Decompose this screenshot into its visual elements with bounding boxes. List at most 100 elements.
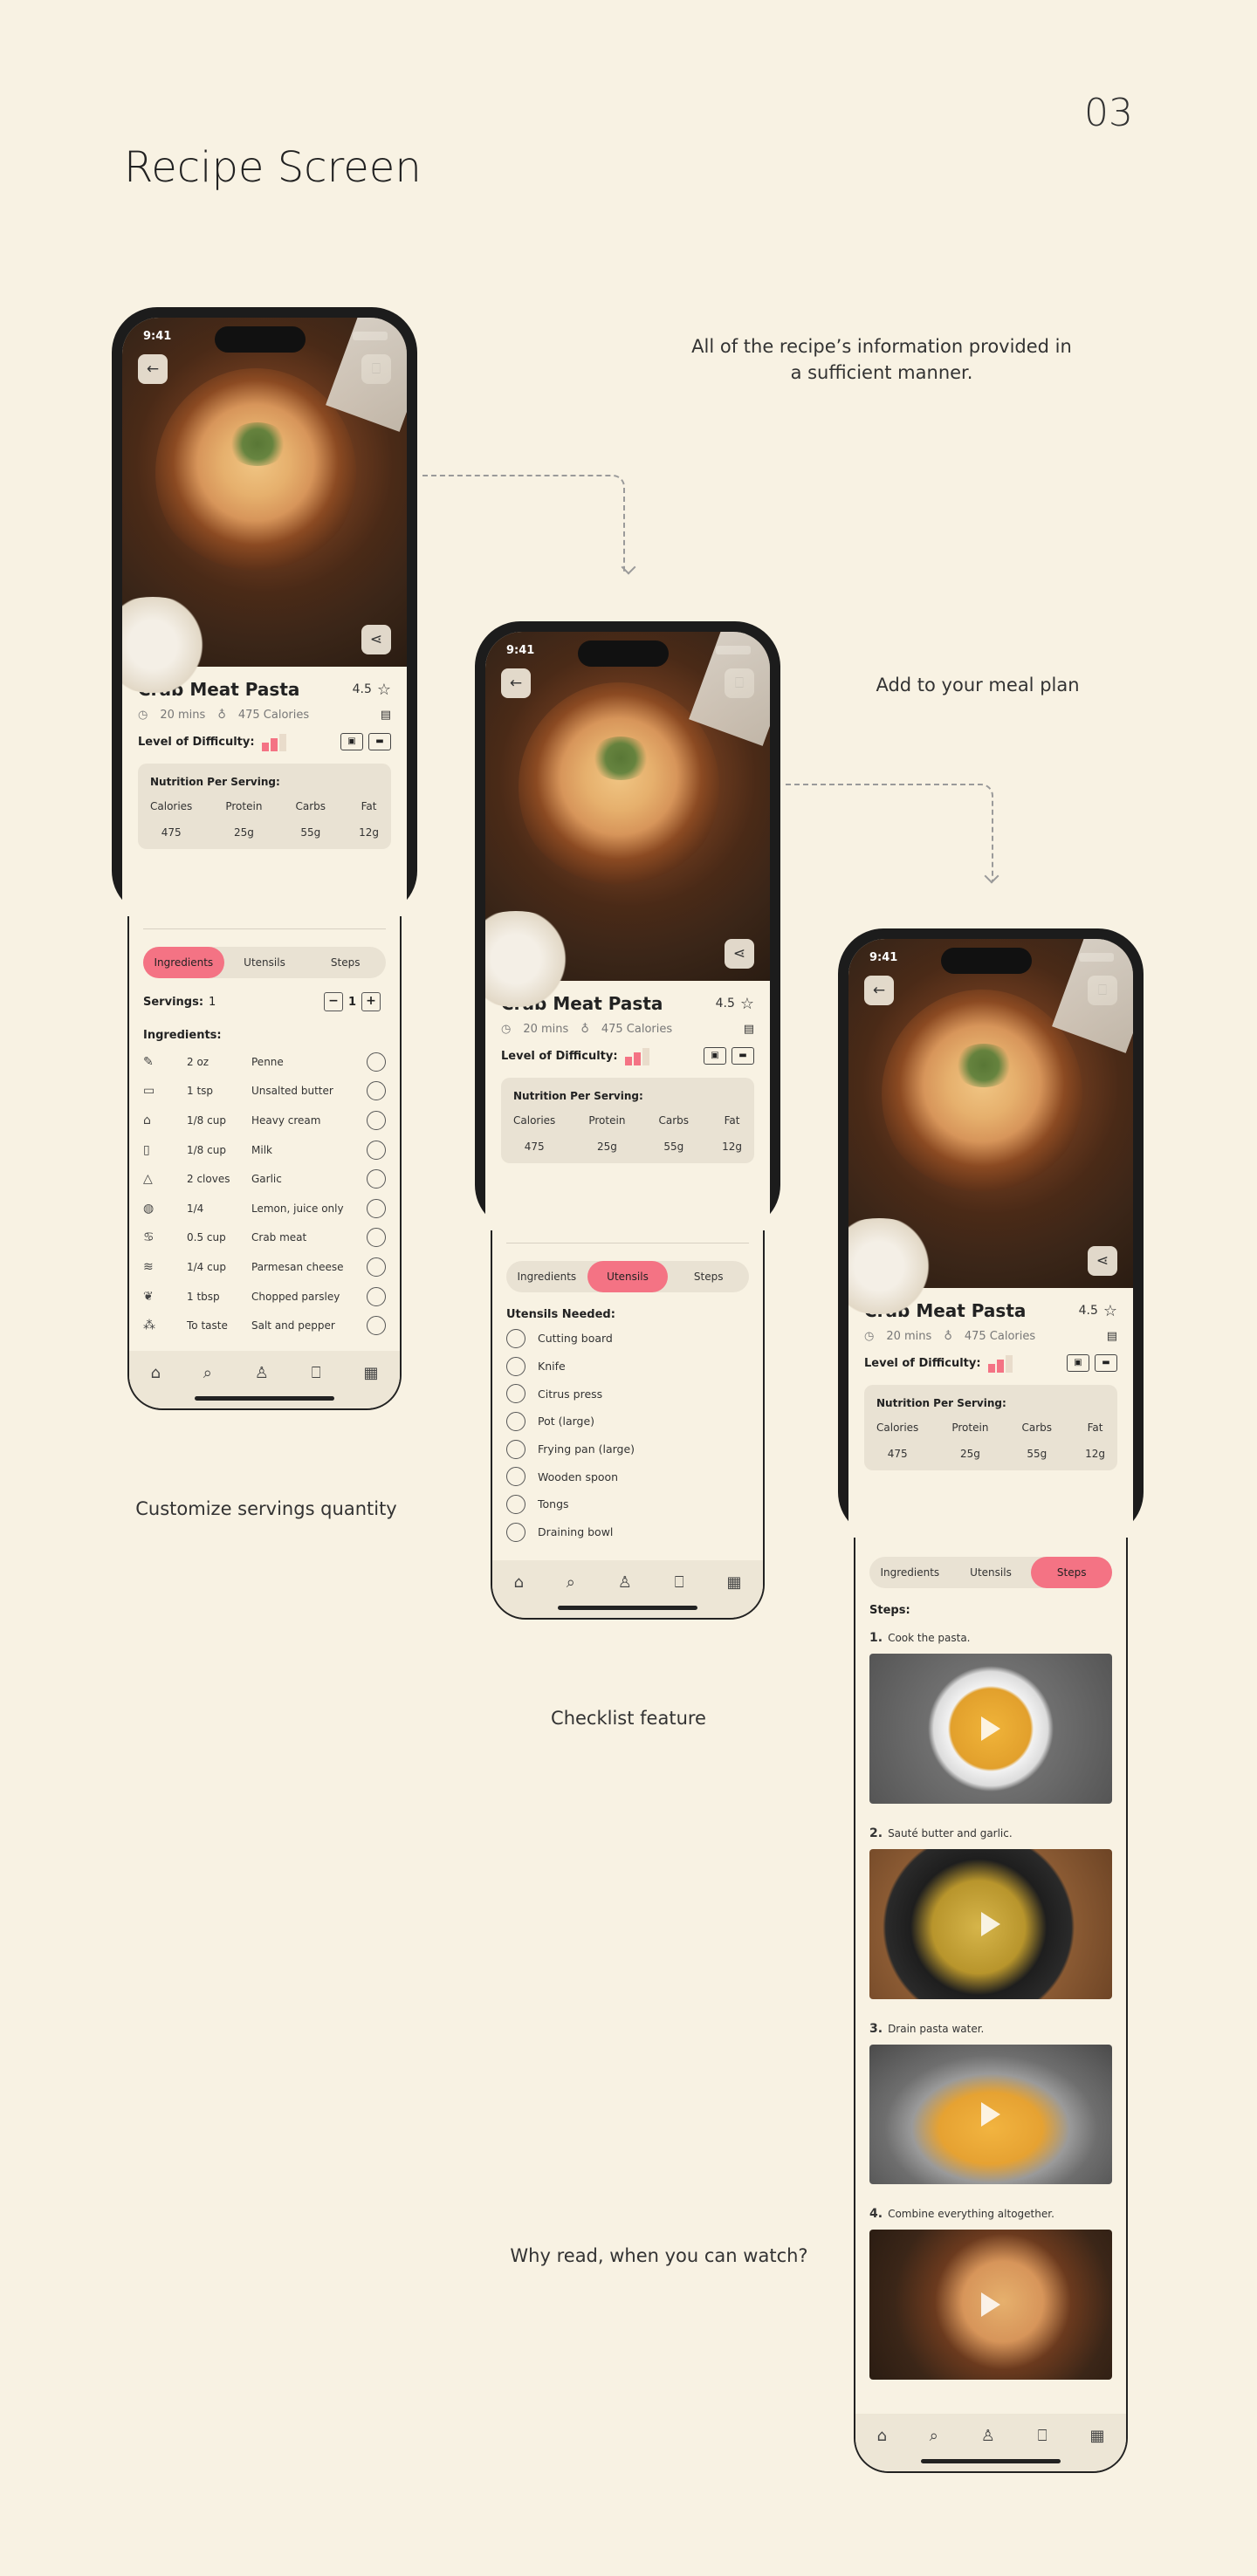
home-icon[interactable]: ⌂ [150,1364,160,1382]
salt-pepper-icon: ⁂ [143,1319,155,1333]
nutrition-card: Nutrition Per Serving: Calories 475 Prote… [864,1385,1117,1470]
home-icon[interactable]: ⌂ [513,1573,523,1592]
add-to-meal-plan-icon[interactable]: ▤ [744,1023,754,1036]
ingredient-quantity: 1 tbsp [187,1290,220,1303]
page-number: 03 [1084,91,1133,135]
pasta-bowl-image [519,682,719,892]
share-button[interactable]: ⋖ [361,625,391,654]
pasta-bowl-image [882,990,1082,1199]
tab-utensils[interactable]: Utensils [951,1557,1032,1588]
bottom-tab-bar: ⌂ ⌕ ♙ ⎕ ▦ [492,1560,763,1604]
back-button[interactable]: ← [501,668,531,698]
pasta-bowl-image [155,368,356,578]
step-1-video[interactable] [869,1654,1112,1804]
increase-servings-button[interactable]: + [361,992,381,1011]
step-3-video[interactable] [869,2045,1112,2184]
ingredient-row: ◍ 1/4 Lemon, juice only [143,1194,386,1223]
servings-stepper: − 1 + [319,992,386,1011]
utensil-checkbox[interactable] [506,1328,525,1348]
clock-icon: ◷ [501,1023,512,1036]
home-icon[interactable]: ⌂ [876,2427,886,2445]
bookmark-icon[interactable]: ⎕ [312,1364,321,1382]
tab-ingredients[interactable]: Ingredients [506,1261,587,1292]
bookmark-button[interactable]: ⎕ [725,668,754,698]
step-2-video[interactable] [869,1849,1112,1999]
ingredient-row: ❦ 1 tbsp Chopped parsley [143,1282,386,1312]
connector-line-2 [786,784,993,881]
difficulty-label: Level of Difficulty: [138,735,255,749]
calendar-icon[interactable]: ▦ [726,1573,741,1592]
add-to-meal-plan-icon[interactable]: ▤ [381,709,391,722]
share-icon: ⋖ [1096,1252,1109,1270]
home-indicator [921,2459,1061,2463]
tab-utensils[interactable]: Utensils [224,947,306,978]
ingredient-name: Salt and pepper [251,1319,335,1333]
back-button[interactable]: ← [864,976,894,1005]
utensil-name: Knife [538,1360,566,1374]
profile-icon[interactable]: ♙ [618,1573,632,1592]
crab-icon: ♋ [143,1230,155,1245]
search-icon[interactable]: ⌕ [567,1573,575,1592]
servings-label: Servings: [143,995,204,1009]
step-4-video[interactable] [869,2230,1112,2380]
ingredient-row: ⌂ 1/8 cup Heavy cream [143,1106,386,1135]
ingredient-checkbox[interactable] [367,1081,386,1101]
ingredient-checkbox[interactable] [367,1169,386,1189]
difficulty-bar [624,1057,632,1065]
profile-icon[interactable]: ♙ [981,2427,995,2445]
ingredient-quantity: 1/8 cup [187,1143,226,1156]
utensil-checkbox[interactable] [506,1411,525,1431]
utensil-checkbox[interactable] [506,1384,525,1404]
status-time: 9:41 [869,951,898,964]
ingredient-checkbox[interactable] [367,1316,386,1336]
ingredient-checkbox[interactable] [367,1140,386,1160]
search-icon[interactable]: ⌕ [930,2427,938,2445]
utensil-checkbox[interactable] [506,1467,525,1487]
ingredient-quantity: 1/4 cup [187,1260,226,1273]
ingredient-checkbox[interactable] [367,1286,386,1306]
utensil-checkbox[interactable] [506,1522,525,1542]
bookmark-icon[interactable]: ⎕ [675,1573,684,1592]
profile-icon[interactable]: ♙ [255,1364,269,1382]
tab-ingredients[interactable]: Ingredients [869,1557,951,1588]
tab-ingredients[interactable]: Ingredients [143,947,224,978]
tab-steps[interactable]: Steps [668,1261,749,1292]
calendar-icon[interactable]: ▦ [1089,2427,1104,2445]
bookmark-icon[interactable]: ⎕ [1038,2427,1048,2445]
play-icon [981,1912,1000,1936]
utensil-checkbox[interactable] [506,1494,525,1514]
ingredient-quantity: 0.5 cup [187,1231,226,1244]
star-icon[interactable]: ☆ [740,995,754,1013]
ingredient-checkbox[interactable] [367,1228,386,1248]
search-icon[interactable]: ⌕ [203,1364,212,1382]
appliance-icon: ▣ [704,1047,726,1065]
tab-steps[interactable]: Steps [305,947,386,978]
bookmark-button[interactable]: ⎕ [361,354,391,384]
star-icon[interactable]: ☆ [377,681,391,699]
nutrition-card: Nutrition Per Serving: Calories 475 Prote… [501,1078,754,1163]
ingredient-checkbox[interactable] [367,1257,386,1277]
tab-utensils[interactable]: Utensils [587,1261,669,1292]
difficulty-bar [261,743,269,751]
add-to-meal-plan-icon[interactable]: ▤ [1107,1330,1117,1343]
utensil-checkbox[interactable] [506,1439,525,1459]
dynamic-island [578,641,669,667]
ingredient-name: Parmesan cheese [251,1260,344,1273]
ingredient-checkbox[interactable] [367,1198,386,1218]
star-icon[interactable]: ☆ [1103,1302,1117,1320]
tab-steps[interactable]: Steps [1031,1557,1113,1588]
share-button[interactable]: ⋖ [725,939,754,969]
ingredient-checkbox[interactable] [367,1052,386,1072]
phone-ingredients: 9:41 ← ⎕ ⋖ Crab Meat Pasta 4.5 ☆ ◷ 20 mi… [112,307,417,916]
connector-line-1 [422,475,625,572]
ingredient-checkbox[interactable] [367,1110,386,1130]
bookmark-button[interactable]: ⎕ [1088,976,1117,1005]
ingredient-name: Chopped parsley [251,1290,340,1303]
share-button[interactable]: ⋖ [1088,1246,1117,1276]
utensil-checkbox[interactable] [506,1356,525,1376]
decrease-servings-button[interactable]: − [323,992,343,1011]
back-button[interactable]: ← [138,354,168,384]
nutrition-card: Nutrition Per Serving: Calories 475 Prote… [138,764,391,849]
difficulty-bar [996,1360,1004,1373]
calendar-icon[interactable]: ▦ [363,1364,378,1382]
